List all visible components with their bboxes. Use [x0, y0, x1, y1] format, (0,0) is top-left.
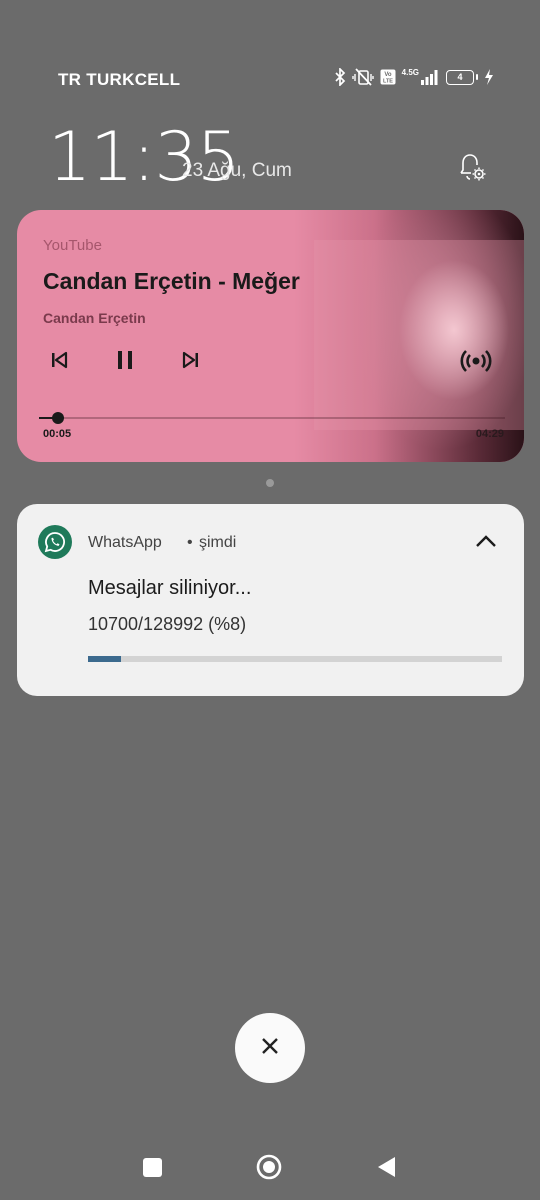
- media-title: Candan Erçetin - Meğer: [43, 268, 300, 294]
- notification-time: şimdi: [199, 534, 237, 551]
- signal-icon: 4.5G: [402, 69, 440, 85]
- back-button[interactable]: [375, 1155, 399, 1179]
- notification-settings-button[interactable]: [454, 150, 490, 186]
- home-button[interactable]: [256, 1154, 282, 1180]
- cast-button[interactable]: [458, 343, 494, 379]
- notification-separator: •: [187, 534, 193, 551]
- navigation-bar: [0, 1140, 540, 1196]
- status-icons: Vo LTE 4.5G 4: [334, 68, 494, 86]
- chevron-up-icon: [475, 534, 497, 553]
- media-seekbar-thumb[interactable]: [52, 412, 64, 424]
- vibrate-off-icon: [351, 68, 374, 86]
- lockscreen-date: 23 Ağu, Cum: [182, 160, 292, 181]
- battery-level: 4: [457, 72, 463, 82]
- volte-icon: Vo LTE: [380, 69, 396, 85]
- close-icon: [259, 1035, 281, 1062]
- whatsapp-icon: [38, 525, 72, 559]
- total-time: 04:29: [475, 428, 504, 440]
- bluetooth-icon: [334, 68, 346, 86]
- album-art: [294, 210, 524, 462]
- recent-apps-button[interactable]: [143, 1158, 162, 1177]
- notification-text: 10700/128992 (%8): [88, 614, 247, 634]
- elapsed-time: 00:05: [43, 428, 72, 440]
- previous-track-button[interactable]: [43, 346, 75, 378]
- skip-previous-icon: [49, 350, 69, 375]
- bell-settings-icon: [454, 154, 490, 190]
- next-track-button[interactable]: [175, 346, 207, 378]
- carrier-name: TR TURKCELL: [58, 70, 181, 89]
- svg-text:Vo: Vo: [384, 72, 392, 78]
- notification-progress-fill: [88, 656, 122, 662]
- pause-button[interactable]: [109, 346, 141, 378]
- media-source-app: YouTube: [43, 237, 102, 254]
- media-artist: Candan Erçetin: [43, 310, 146, 326]
- media-seekbar[interactable]: [39, 412, 505, 424]
- page-indicator-dot: [266, 479, 274, 487]
- collapse-notification-button[interactable]: [469, 526, 503, 560]
- lockscreen-clock: 11:35: [48, 118, 240, 197]
- skip-next-icon: [181, 350, 201, 375]
- notification-title: Mesajlar siliniyor...: [88, 577, 252, 599]
- status-bar: TR TURKCELL Vo LTE 4.5G 4: [0, 60, 540, 100]
- whatsapp-notification[interactable]: WhatsApp • şimdi Mesajlar siliniyor... 1…: [17, 504, 524, 696]
- clear-notifications-button[interactable]: [235, 1013, 305, 1083]
- svg-text:LTE: LTE: [383, 79, 393, 85]
- charging-bolt-icon: [484, 69, 494, 85]
- notification-app-name: WhatsApp: [88, 534, 162, 551]
- pause-icon: [114, 349, 136, 376]
- media-player-card[interactable]: YouTube Candan Erçetin - Meğer Candan Er…: [17, 210, 524, 462]
- notification-progress-bar: [88, 656, 502, 662]
- cast-icon: [458, 350, 494, 383]
- network-type-label: 4.5G: [401, 68, 419, 77]
- battery-icon: 4: [446, 69, 478, 85]
